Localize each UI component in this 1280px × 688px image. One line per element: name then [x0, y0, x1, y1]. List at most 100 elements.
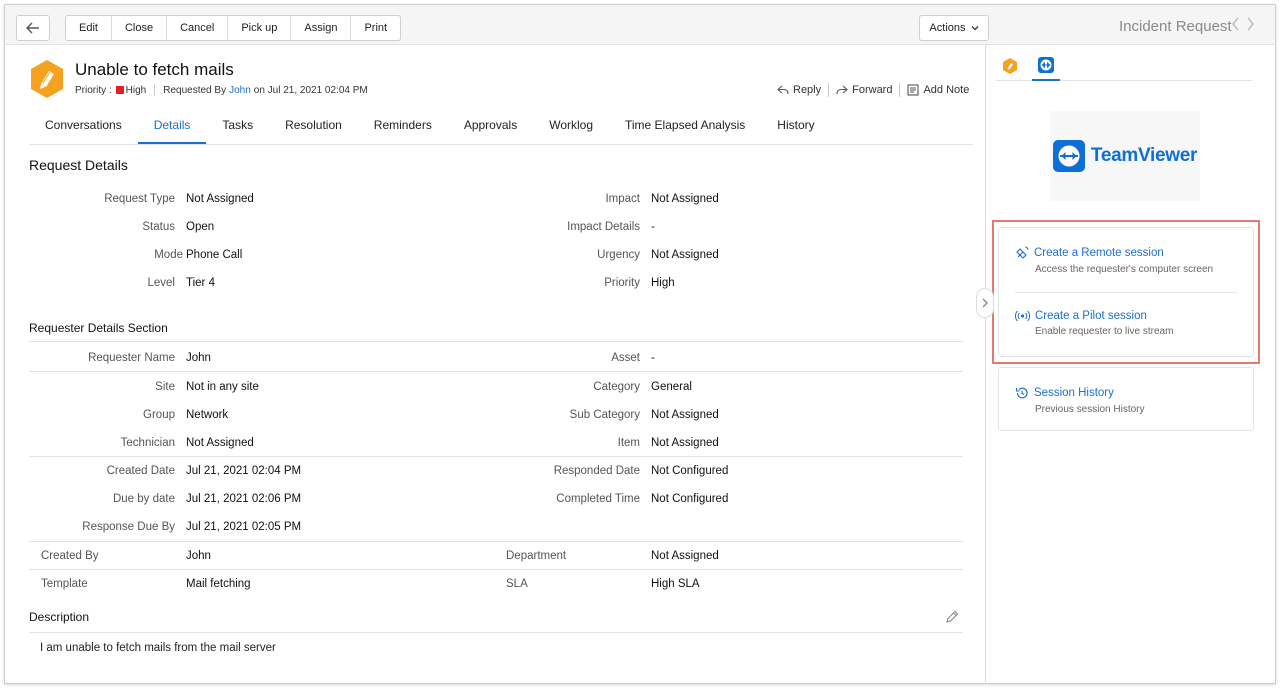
forward-icon [836, 85, 848, 95]
create-remote-session[interactable]: Create a Remote session Access the reque… [1015, 246, 1213, 275]
field-label-asset: Asset [611, 352, 640, 364]
field-value-created-by: John [186, 550, 211, 562]
priority-label: Priority : [75, 84, 112, 96]
field-value-sla: High SLA [651, 578, 700, 590]
remote-session-desc: Access the requester's computer screen [1035, 264, 1214, 275]
card-divider [1015, 292, 1237, 293]
request-main-area: Unable to fetch mails Priority : High Re… [5, 45, 985, 683]
requester-details-title: Requester Details Section [29, 321, 168, 335]
requested-by-label: Requested By [163, 84, 227, 96]
actions-dropdown[interactable]: Actions [919, 15, 989, 41]
tab-approvals[interactable]: Approvals [448, 107, 533, 144]
create-pilot-session[interactable]: Create a Pilot session Enable requester … [1015, 310, 1173, 337]
teamviewer-logo-text: TeamViewer [1090, 145, 1198, 166]
field-value-department: Not Assigned [651, 550, 719, 562]
requester-link[interactable]: John [229, 85, 251, 96]
integration-tabs [996, 51, 1252, 81]
remote-session-title: Create a Remote session [1034, 247, 1164, 259]
forward-button[interactable]: Forward [836, 83, 892, 97]
field-value-priority: High [651, 277, 675, 289]
field-label-completed-time: Completed Time [556, 493, 640, 505]
edit-button[interactable]: Edit [66, 16, 112, 40]
integration-side-panel: TeamViewer Create a Remote session Acces… [985, 45, 1275, 683]
field-label-technician: Technician [120, 437, 175, 449]
field-label-status: Status [142, 221, 175, 233]
tab-reminders[interactable]: Reminders [358, 107, 448, 144]
tab-worklog[interactable]: Worklog [533, 107, 609, 144]
field-label-mode: Mode [154, 249, 183, 261]
tab-tasks[interactable]: Tasks [206, 107, 269, 144]
header-actions-divider [828, 83, 830, 97]
teamviewer-logo-icon [1052, 140, 1085, 172]
field-value-completed-time: Not Configured [651, 493, 729, 505]
header-actions-divider [899, 83, 901, 97]
session-history[interactable]: Session History Previous session History [1015, 386, 1144, 415]
row-divider [29, 541, 963, 542]
reply-icon [777, 85, 789, 95]
priority-value: High [125, 84, 147, 96]
field-value-group: Network [186, 409, 229, 421]
tab-conversations[interactable]: Conversations [29, 107, 138, 144]
teamviewer-icon [1038, 57, 1054, 73]
incident-app-icon [1003, 58, 1017, 74]
tab-teamviewer[interactable] [1032, 51, 1060, 81]
field-label-sub-category: Sub Category [569, 409, 640, 421]
description-title: Description [29, 610, 90, 624]
field-value-technician: Not Assigned [186, 437, 254, 449]
reply-button[interactable]: Reply [777, 83, 821, 97]
field-label-request-type: Request Type [104, 193, 175, 205]
pilot-session-desc: Enable requester to live stream [1035, 326, 1174, 337]
tab-history[interactable]: History [761, 107, 830, 144]
forward-label: Forward [852, 84, 893, 96]
pick-up-button[interactable]: Pick up [228, 16, 292, 40]
description-divider [29, 632, 963, 633]
row-divider [29, 456, 963, 457]
field-value-level: Tier 4 [186, 277, 215, 289]
tab-incident-integration[interactable] [996, 51, 1024, 81]
back-button[interactable] [16, 15, 50, 41]
close-button[interactable]: Close [112, 16, 168, 40]
field-value-response-due-by: Jul 21, 2021 02:05 PM [186, 521, 302, 533]
add-note-label: Add Note [923, 84, 970, 96]
incident-icon [31, 60, 63, 98]
print-button[interactable]: Print [351, 16, 400, 40]
note-icon [907, 84, 920, 96]
section-divider [29, 341, 963, 342]
field-label-level: Level [147, 277, 176, 289]
previous-record-icon[interactable] [1231, 17, 1240, 31]
record-type-title: Incident Request [1119, 18, 1232, 35]
field-value-category: General [651, 381, 692, 393]
field-value-impact-details: - [651, 221, 655, 233]
field-label-sla: SLA [506, 578, 528, 590]
field-value-sub-category: Not Assigned [651, 409, 719, 421]
field-value-due-by-date: Jul 21, 2021 02:06 PM [186, 493, 302, 505]
teamviewer-logo: TeamViewer [1050, 111, 1200, 201]
field-label-category: Category [593, 381, 640, 393]
tab-resolution[interactable]: Resolution [269, 107, 358, 144]
row-divider [29, 371, 963, 372]
top-toolbar: Edit Close Cancel Pick up Assign Print A… [5, 5, 1275, 45]
field-label-department: Department [506, 550, 567, 562]
panel-collapse-toggle[interactable] [976, 288, 994, 318]
field-label-created-by: Created By [41, 550, 99, 562]
field-label-item: Item [617, 437, 640, 449]
cancel-button[interactable]: Cancel [167, 16, 229, 40]
app-window: Edit Close Cancel Pick up Assign Print A… [4, 4, 1276, 684]
remote-session-icon [1016, 246, 1029, 259]
field-label-requester-name: Requester Name [88, 352, 175, 364]
session-history-title: Session History [1034, 387, 1114, 399]
field-label-site: Site [155, 381, 175, 393]
tab-details[interactable]: Details [137, 107, 207, 144]
field-value-responded-date: Not Configured [651, 465, 729, 477]
next-record-icon[interactable] [1246, 17, 1255, 31]
field-value-created-date: Jul 21, 2021 02:04 PM [186, 465, 302, 477]
tab-time-elapsed-analysis[interactable]: Time Elapsed Analysis [609, 107, 761, 144]
pencil-icon[interactable] [945, 610, 959, 624]
add-note-button[interactable]: Add Note [907, 83, 969, 97]
request-details-title: Request Details [29, 157, 128, 173]
field-value-template: Mail fetching [186, 578, 251, 590]
chevron-right-icon [982, 298, 988, 308]
field-label-group: Group [143, 409, 175, 421]
assign-button[interactable]: Assign [291, 16, 352, 40]
header-actions: Reply Forward Add Note [777, 83, 969, 97]
